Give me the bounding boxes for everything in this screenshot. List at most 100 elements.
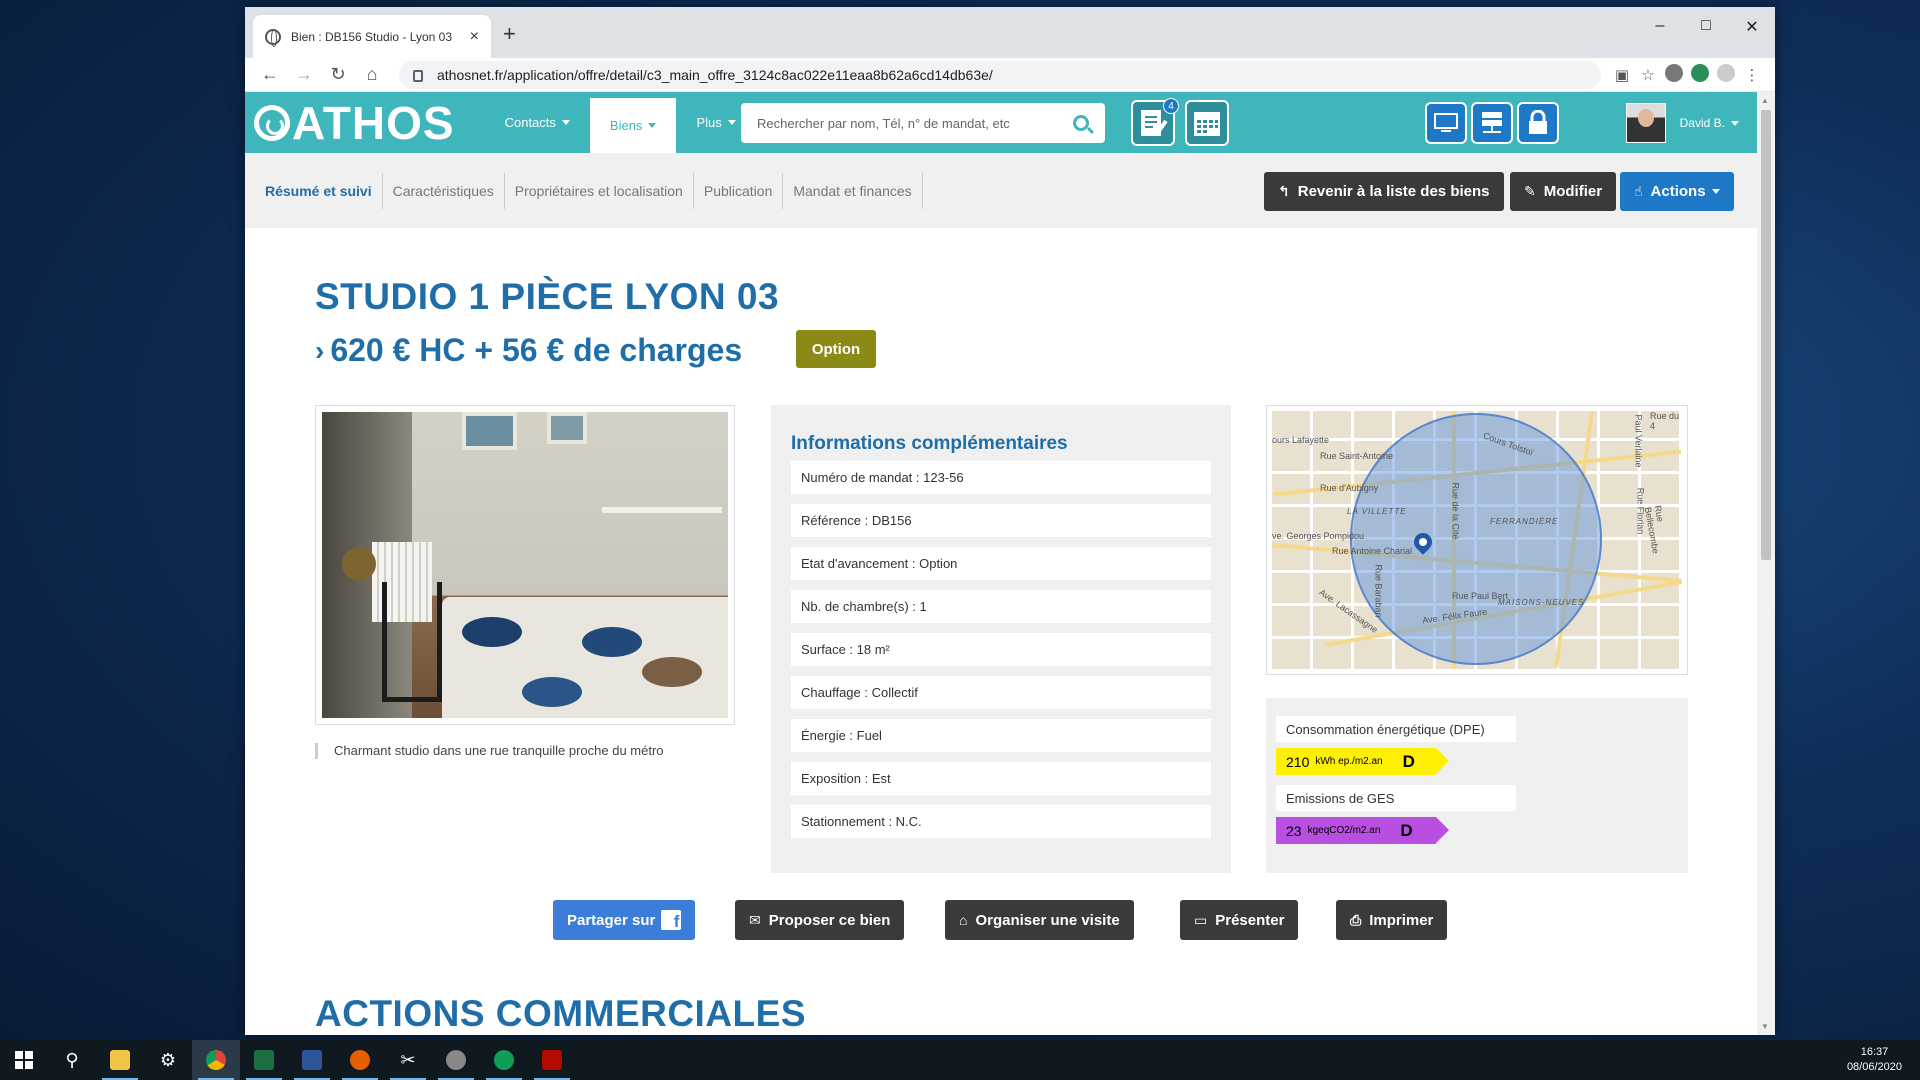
file-explorer-icon[interactable] (96, 1040, 144, 1080)
map-label: ve. Georges Pompidou (1272, 531, 1365, 541)
menu-label: Contacts (504, 115, 556, 130)
search-icon[interactable]: ⚲ (48, 1040, 96, 1080)
bookmark-star-icon[interactable]: ☆ (1635, 66, 1661, 84)
property-photo-frame[interactable] (315, 405, 735, 725)
kebab-menu-icon[interactable]: ⋮ (1739, 66, 1765, 84)
lock-button[interactable] (1517, 102, 1559, 144)
logo-ring-icon (254, 104, 290, 141)
browser-window: Bien : DB156 Studio - Lyon 03 × + – □ ✕ … (245, 7, 1775, 1035)
button-label: Proposer ce bien (768, 911, 891, 929)
facebook-icon: f (661, 910, 682, 930)
user-name: David B. (1679, 116, 1725, 130)
profile-icon[interactable] (1713, 63, 1739, 86)
scroll-down-icon[interactable]: ▼ (1761, 1022, 1769, 1031)
main-menu: Contacts Biens Plus (485, 92, 756, 153)
excel-icon[interactable] (240, 1040, 288, 1080)
energy-panel: Consommation énergétique (DPE) 210 kWh e… (1266, 698, 1688, 873)
back-to-list-button[interactable]: ↰ Revenir à la liste des biens (1264, 172, 1504, 211)
vertical-scrollbar[interactable]: ▲ ▼ (1757, 92, 1775, 1035)
extension-icon[interactable] (1661, 63, 1687, 86)
tasks-button[interactable]: 4 (1131, 98, 1179, 146)
browser-tab[interactable]: Bien : DB156 Studio - Lyon 03 × (253, 15, 491, 58)
calendar-icon (1194, 112, 1220, 136)
property-photo[interactable] (322, 412, 728, 718)
cast-icon[interactable]: ▣ (1609, 66, 1635, 84)
map-label: Rue du 4 (1650, 411, 1680, 431)
dpe-value: 210 (1286, 753, 1310, 770)
menu-biens[interactable]: Biens (589, 98, 677, 153)
network-button[interactable] (1471, 102, 1513, 144)
logo-text: ATHOS (292, 96, 455, 149)
maximize-button[interactable]: □ (1683, 17, 1729, 35)
tab-publication[interactable]: Publication (694, 172, 784, 209)
system-clock[interactable]: 16:37 08/06/2020 (1847, 1045, 1902, 1075)
server-icon (1482, 112, 1502, 133)
clock-date: 08/06/2020 (1846, 1061, 1902, 1073)
back-arrow-icon[interactable]: ← (255, 64, 285, 85)
close-window-button[interactable]: ✕ (1729, 17, 1775, 37)
forward-arrow-icon[interactable]: → (289, 64, 319, 85)
extension-icon-2[interactable] (1687, 63, 1713, 86)
map-label: Paul Verlaine (1633, 414, 1644, 468)
tab-mandat[interactable]: Mandat et finances (783, 172, 923, 209)
envelope-icon: ✉ (749, 911, 761, 928)
firefox-icon[interactable] (336, 1040, 384, 1080)
reload-icon[interactable]: ↻ (323, 64, 353, 85)
home-icon[interactable]: ⌂ (357, 64, 387, 85)
reply-arrow-icon: ↰ (1278, 183, 1290, 199)
propose-property-button[interactable]: ✉ Proposer ce bien (735, 900, 905, 940)
status-badge: Option (796, 330, 876, 368)
organize-visit-button[interactable]: ⌂ Organiser une visite (945, 900, 1134, 940)
user-menu[interactable]: David B. (1625, 103, 1739, 143)
acrobat-icon[interactable] (528, 1040, 576, 1080)
menu-contacts[interactable]: Contacts (485, 92, 590, 153)
tab-caracteristiques[interactable]: Caractéristiques (383, 172, 505, 209)
url-field[interactable]: athosnet.fr/application/offre/detail/c3_… (399, 60, 1601, 89)
present-button[interactable]: ▭ Présenter (1180, 900, 1299, 940)
athos-logo[interactable]: ATHOS (254, 96, 455, 150)
word-icon[interactable] (288, 1040, 336, 1080)
print-button[interactable]: ⎙ Imprimer (1336, 900, 1448, 940)
share-facebook-button[interactable]: Partager sur f (553, 900, 696, 940)
menu-label: Biens (609, 118, 643, 133)
info-row: Référence : DB156 (791, 504, 1211, 537)
main-content: STUDIO 1 PIÈCE LYON 03 › 620 € HC + 56 €… (245, 228, 1757, 1035)
minimize-button[interactable]: – (1637, 17, 1683, 35)
chrome-icon[interactable] (192, 1040, 240, 1080)
calendar-button[interactable] (1185, 100, 1229, 146)
info-title: Informations complémentaires (791, 433, 1068, 454)
close-tab-icon[interactable]: × (470, 28, 479, 46)
map-label: Rue Antoine Charial (1332, 546, 1413, 556)
notification-badge: 4 (1163, 98, 1179, 114)
snipping-tool-icon[interactable]: ✂ (384, 1040, 432, 1080)
ges-letter: D (1400, 820, 1413, 840)
search-icon[interactable] (1073, 115, 1089, 131)
app-globe-icon[interactable] (432, 1040, 480, 1080)
hangouts-icon[interactable] (480, 1040, 528, 1080)
windows-start-icon[interactable] (0, 1040, 48, 1080)
new-tab-button[interactable]: + (503, 21, 516, 47)
display-button[interactable] (1425, 102, 1467, 144)
info-row: Énergie : Fuel (791, 719, 1211, 752)
tab-proprietaires[interactable]: Propriétaires et localisation (505, 172, 694, 209)
map-label: Rue d'Aubigny (1320, 483, 1379, 493)
menu-label: Plus (696, 115, 722, 130)
scrollbar-thumb[interactable] (1761, 110, 1771, 560)
hand-pointer-icon: ☝ (1634, 183, 1643, 199)
section-title: ACTIONS COMMERCIALES (315, 993, 806, 1034)
tab-resume[interactable]: Résumé et suivi (265, 172, 383, 209)
app-header: ATHOS Contacts Biens Plus 4 (245, 92, 1757, 153)
search-input[interactable] (757, 115, 1073, 131)
actions-button[interactable]: ☝ Actions (1620, 172, 1734, 211)
avatar (1625, 103, 1666, 143)
settings-gear-icon[interactable]: ⚙ (144, 1040, 192, 1080)
button-label: Actions (1650, 183, 1706, 200)
monitor-icon: ▭ (1194, 911, 1208, 928)
scroll-up-icon[interactable]: ▲ (1761, 96, 1769, 105)
info-row: Chauffage : Collectif (791, 676, 1211, 709)
edit-button[interactable]: ✎ Modifier (1510, 172, 1617, 211)
lock-icon (413, 69, 423, 82)
location-map[interactable]: ours Lafayette Rue Saint-Antoine Rue d'A… (1272, 411, 1682, 669)
search-box (741, 103, 1105, 143)
map-label: LA VILLETTE (1347, 507, 1407, 516)
